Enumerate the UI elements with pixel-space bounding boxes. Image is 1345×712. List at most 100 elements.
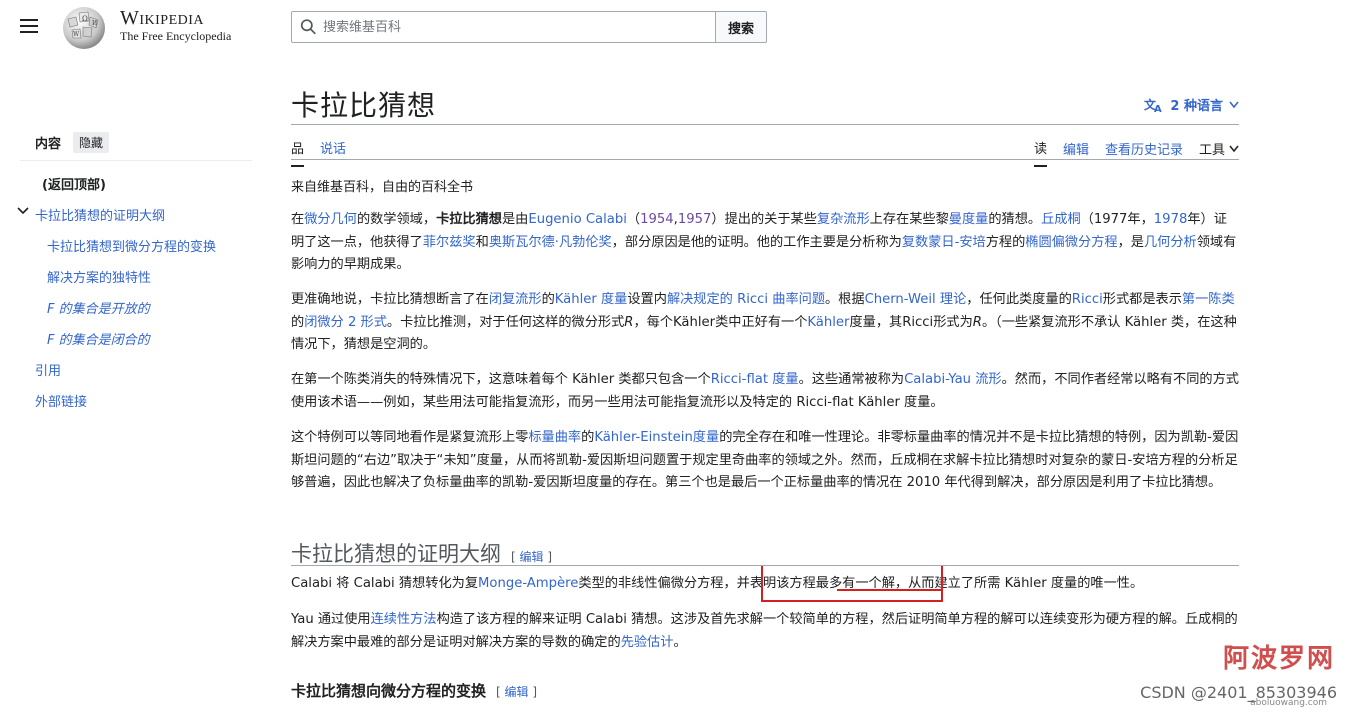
text: 。根据 [825, 292, 865, 307]
text: 是由 [502, 212, 529, 227]
wordmark[interactable]: Wikipedia The Free Encyclopedia [120, 7, 231, 44]
translate-icon: 文 A [1144, 97, 1162, 113]
text: 类型的非线性偏微分方程， [578, 576, 737, 591]
link-ricci[interactable]: Ricci [1072, 292, 1103, 307]
toc-item-top[interactable]: (返回顶部) [42, 174, 106, 193]
wordmark-title: Wikipedia [120, 7, 205, 29]
text: ）提出的关于某些 [711, 212, 817, 227]
text: 在 [291, 212, 305, 227]
link-calabi-yau[interactable]: Calabi-Yau 流形 [904, 372, 1002, 387]
link-1978[interactable]: 1978 [1154, 212, 1188, 227]
link-chern-weil[interactable]: Chern-Weil 理论 [865, 292, 967, 307]
edit-section: [ 编辑 ] [496, 685, 538, 699]
tab-talk[interactable]: 说话 [320, 138, 346, 167]
paragraph-calabi-yau: 在第一个陈类消失的特殊情况下，这意味着每个 Kähler 类都只包含一个Ricc… [291, 369, 1239, 414]
language-selector[interactable]: 文 A 2 种语言 [1144, 95, 1239, 114]
link-eugenio-calabi[interactable]: Eugenio Calabi [528, 212, 627, 227]
edit-section: [ 编辑 ] [511, 550, 553, 564]
text: ，任何此类度量的 [966, 292, 1072, 307]
paragraph-intro: 在微分几何的数学领域，卡拉比猜想是由Eugenio Calabi（1954,19… [291, 209, 1239, 277]
site-tagline: 来自维基百科，自由的百科全书 [291, 180, 474, 195]
tab-read[interactable]: 读 [1033, 138, 1047, 167]
chevron-down-icon[interactable] [17, 206, 29, 216]
link-fields-medal[interactable]: 菲尔兹奖 [423, 235, 476, 250]
wordmark-tagline: The Free Encyclopedia [120, 29, 232, 43]
link-first-chern-class[interactable]: 第一陈类 [1182, 292, 1235, 307]
link-veblen-prize[interactable]: 奥斯瓦尔德·凡勃伦奖 [489, 235, 612, 250]
paragraph-precise: 更准确地说，卡拉比猜想断言了在闭复流形的Kähler 度量设置内解决规定的 Ri… [291, 289, 1239, 357]
paragraph-kahler-einstein: 这个特例可以等同地看作是紧复流形上零标量曲率的Kähler-Einstein度量… [291, 427, 1239, 495]
tabs-divider [291, 159, 1239, 160]
text: 方程的 [985, 234, 1026, 250]
text: 。卡拉比推测，对于任何这样的微分形式 [386, 314, 625, 330]
link-1954[interactable]: 1954 [640, 212, 674, 227]
link-kahler-einstein[interactable]: Kähler-Einstein度量 [594, 430, 719, 445]
link-differential-geometry[interactable]: 微分几何 [304, 212, 357, 227]
wikipedia-globe-logo[interactable]: Ω W И [58, 3, 110, 51]
text: 的 [581, 430, 595, 445]
text: ，每个Kähler类中正好有一个 [633, 314, 808, 330]
bold-term: 卡拉比猜想 [436, 212, 502, 227]
svg-text:W: W [73, 31, 80, 38]
link-prescribed-ricci[interactable]: 解决规定的 Ricci 曲率问题 [667, 292, 825, 307]
link-monge-ampere[interactable]: Monge-Ampère [478, 576, 578, 591]
heading-text: 卡拉比猜想向微分方程的变换 [291, 682, 487, 700]
search-box [291, 11, 715, 43]
tab-history[interactable]: 查看历史记录 [1105, 139, 1183, 166]
text: 上存在某些黎 [869, 212, 949, 227]
menu-bar [20, 19, 38, 21]
text: ，是 [1117, 234, 1144, 250]
toc-header: 内容 隐藏 [20, 131, 252, 161]
edit-section-link[interactable]: 编辑 [520, 550, 544, 564]
title-divider [291, 124, 1239, 125]
toc-item-f-open[interactable]: F 的集合是开放的 [47, 298, 150, 317]
toc-item-f-closed[interactable]: F 的集合是闭合的 [47, 329, 150, 348]
text: 。这些通常被称为 [798, 372, 905, 387]
link-kahler-metric[interactable]: Kähler 度量 [555, 292, 628, 307]
search-button[interactable]: 搜索 [715, 11, 767, 43]
section-heading-proof-outline: 卡拉比猜想的证明大纲 [ 编辑 ] [291, 538, 552, 568]
text: 的 [291, 314, 305, 330]
section-divider [291, 565, 1239, 566]
link-closed-2-form[interactable]: 闭微分 2 形式 [304, 315, 387, 330]
language-count: 2 种语言 [1170, 99, 1223, 114]
link-continuity-method[interactable]: 连续性方法 [371, 612, 437, 627]
tab-edit[interactable]: 编辑 [1063, 139, 1089, 166]
red-annotation-underline [837, 589, 941, 591]
tab-tools[interactable]: 工具 [1199, 139, 1239, 166]
link-riemannian-metric[interactable]: 曼度量 [949, 212, 989, 227]
text: 和 [475, 234, 489, 250]
watermark-site: 阿波罗网 [1223, 638, 1335, 675]
heading-text: 卡拉比猜想的证明大纲 [291, 542, 501, 566]
toc-item-proof-outline[interactable]: 卡拉比猜想的证明大纲 [35, 205, 165, 224]
chevron-down-icon [1229, 101, 1239, 108]
toc-item-external-links[interactable]: 外部链接 [35, 391, 87, 410]
link-ricci-flat[interactable]: Ricci-flat 度量 [711, 372, 799, 387]
link-1957[interactable]: 1957 [678, 212, 712, 227]
math-var: R [972, 314, 982, 330]
link-elliptic-pde[interactable]: 椭圆偏微分方程 [1025, 235, 1117, 250]
link-shing-tung-yau[interactable]: 丘成桐 [1041, 212, 1081, 227]
tab-article[interactable]: 品 [291, 138, 305, 167]
link-kahler[interactable]: Kähler [807, 315, 849, 330]
link-a-priori-estimate[interactable]: 先验估计 [621, 635, 674, 650]
text: 在第一个陈类消失的特殊情况下，这意味着每个 Kähler 类都只包含一个 [291, 372, 711, 387]
chevron-down-icon [1229, 145, 1239, 152]
link-closed-complex-manifold[interactable]: 闭复流形 [489, 292, 542, 307]
link-complex-monge-ampere[interactable]: 复数蒙日-安培 [902, 235, 986, 250]
text: 这个特例可以等同地看作是紧复流形上零 [291, 430, 529, 445]
toc-hide-button[interactable]: 隐藏 [73, 132, 110, 153]
search-input[interactable] [323, 19, 715, 35]
link-geometric-analysis[interactable]: 几何分析 [1144, 235, 1197, 250]
menu-bar [20, 31, 38, 33]
toc-item-uniqueness[interactable]: 解决方案的独特性 [47, 267, 151, 286]
text: 设置内 [627, 292, 667, 307]
toc-item-references[interactable]: 引用 [35, 360, 61, 379]
toc-item-transformation[interactable]: 卡拉比猜想到微分方程的变换 [47, 236, 216, 255]
link-scalar-curvature[interactable]: 标量曲率 [528, 430, 581, 445]
link-complex-manifold[interactable]: 复杂流形 [817, 212, 870, 227]
edit-subsection-link[interactable]: 编辑 [505, 685, 529, 699]
watermark-url: aboluowang.com [1250, 698, 1327, 708]
main-menu-button[interactable] [20, 19, 38, 33]
subsection-heading-transformation: 卡拉比猜想向微分方程的变换 [ 编辑 ] [291, 680, 537, 701]
